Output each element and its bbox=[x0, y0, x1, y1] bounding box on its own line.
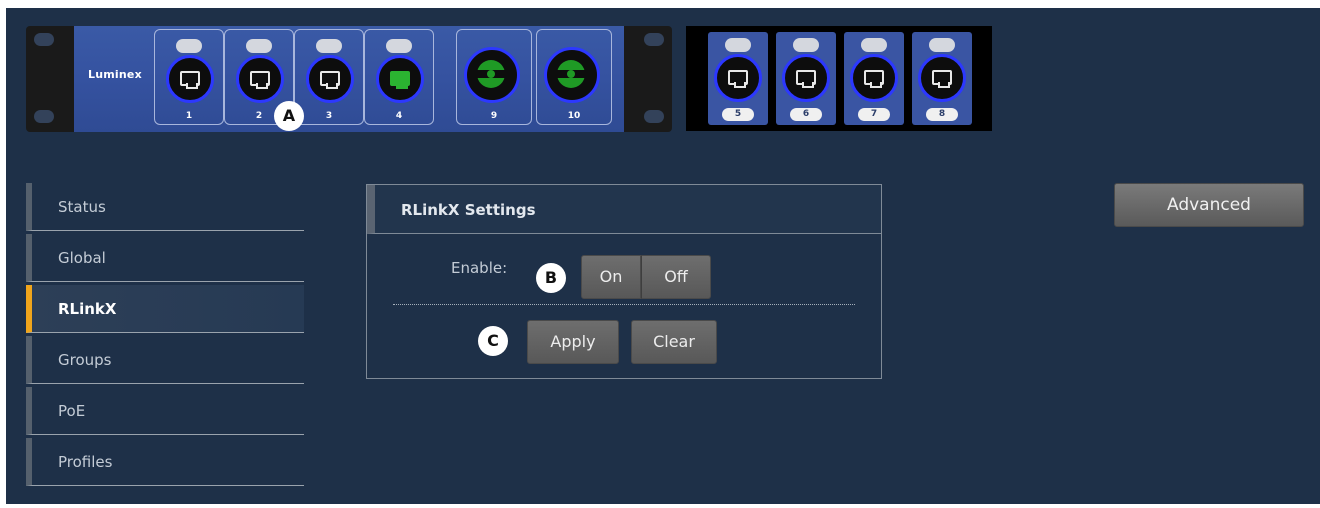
rj45-port-icon bbox=[306, 55, 354, 103]
port-led-tab bbox=[246, 39, 272, 53]
port-led-tab bbox=[929, 38, 955, 52]
panel-header: RLinkX Settings bbox=[367, 185, 881, 234]
port-6[interactable]: 6 bbox=[776, 32, 836, 125]
port-number: 8 bbox=[926, 108, 958, 121]
port-number: 5 bbox=[722, 108, 754, 121]
rj45-port-icon bbox=[236, 55, 284, 103]
switch-config-page: Luminex 1 2 3 4 9 10 5 6 7 8 Status Glob… bbox=[6, 8, 1320, 504]
port-led-tab bbox=[176, 39, 202, 53]
rj45-port-icon bbox=[166, 55, 214, 103]
port-8[interactable]: 8 bbox=[912, 32, 972, 125]
clear-button[interactable]: Clear bbox=[631, 320, 717, 364]
port-number: 1 bbox=[185, 111, 193, 121]
sidebar-nav: Status Global RLinkX Groups PoE Profiles bbox=[26, 183, 304, 489]
port-led-tab bbox=[793, 38, 819, 52]
fiber-port-icon bbox=[464, 47, 520, 103]
rj45-port-icon bbox=[714, 54, 762, 102]
fiber-port-icon bbox=[544, 47, 600, 103]
sidebar-item-profiles[interactable]: Profiles bbox=[26, 438, 304, 486]
rlinkx-settings-panel: RLinkX Settings Enable: On Off Apply Cle… bbox=[366, 184, 882, 379]
rack-ear-hole bbox=[34, 110, 54, 123]
on-button[interactable]: On bbox=[581, 255, 641, 299]
sidebar-item-status[interactable]: Status bbox=[26, 183, 304, 231]
port-number: 4 bbox=[395, 111, 403, 121]
device-front-panel: Luminex 1 2 3 4 9 10 bbox=[74, 26, 624, 132]
port-number: 7 bbox=[858, 108, 890, 121]
advanced-button[interactable]: Advanced bbox=[1114, 183, 1304, 227]
rj45-port-icon bbox=[782, 54, 830, 102]
sidebar-item-groups[interactable]: Groups bbox=[26, 336, 304, 384]
port-number: 3 bbox=[325, 111, 333, 121]
sidebar-item-global[interactable]: Global bbox=[26, 234, 304, 282]
rj45-port-active-icon bbox=[376, 55, 424, 103]
device-logo: Luminex bbox=[88, 68, 142, 81]
divider bbox=[393, 304, 855, 305]
off-button[interactable]: Off bbox=[641, 255, 711, 299]
sidebar-item-label: Profiles bbox=[58, 453, 113, 471]
sidebar-item-label: Global bbox=[58, 249, 106, 267]
callout-b: B bbox=[536, 263, 566, 293]
callout-a: A bbox=[274, 101, 304, 131]
port-number: 10 bbox=[567, 111, 581, 121]
rack-ear-hole bbox=[644, 110, 664, 123]
rack-ear-hole bbox=[34, 33, 54, 46]
port-led-tab bbox=[725, 38, 751, 52]
expansion-module: 5 6 7 8 bbox=[686, 26, 992, 131]
sidebar-item-poe[interactable]: PoE bbox=[26, 387, 304, 435]
enable-toggle: On Off bbox=[581, 255, 711, 299]
port-number: 9 bbox=[490, 111, 498, 121]
rj45-port-icon bbox=[918, 54, 966, 102]
port-led-tab bbox=[386, 39, 412, 53]
port-5[interactable]: 5 bbox=[708, 32, 768, 125]
sidebar-item-label: PoE bbox=[58, 402, 86, 420]
sidebar-item-label: Groups bbox=[58, 351, 112, 369]
port-7[interactable]: 7 bbox=[844, 32, 904, 125]
apply-button[interactable]: Apply bbox=[527, 320, 619, 364]
enable-label: Enable: bbox=[451, 259, 508, 277]
callout-c: C bbox=[478, 326, 508, 356]
panel-title: RLinkX Settings bbox=[401, 201, 536, 219]
rack-ear-hole bbox=[644, 33, 664, 46]
port-led-tab bbox=[316, 39, 342, 53]
rack-device: Luminex 1 2 3 4 9 10 bbox=[26, 26, 672, 132]
port-number: 6 bbox=[790, 108, 822, 121]
sidebar-item-label: RLinkX bbox=[58, 300, 117, 318]
sidebar-item-label: Status bbox=[58, 198, 106, 216]
sidebar-item-rlinkx[interactable]: RLinkX bbox=[26, 285, 304, 333]
rj45-port-icon bbox=[850, 54, 898, 102]
port-led-tab bbox=[861, 38, 887, 52]
